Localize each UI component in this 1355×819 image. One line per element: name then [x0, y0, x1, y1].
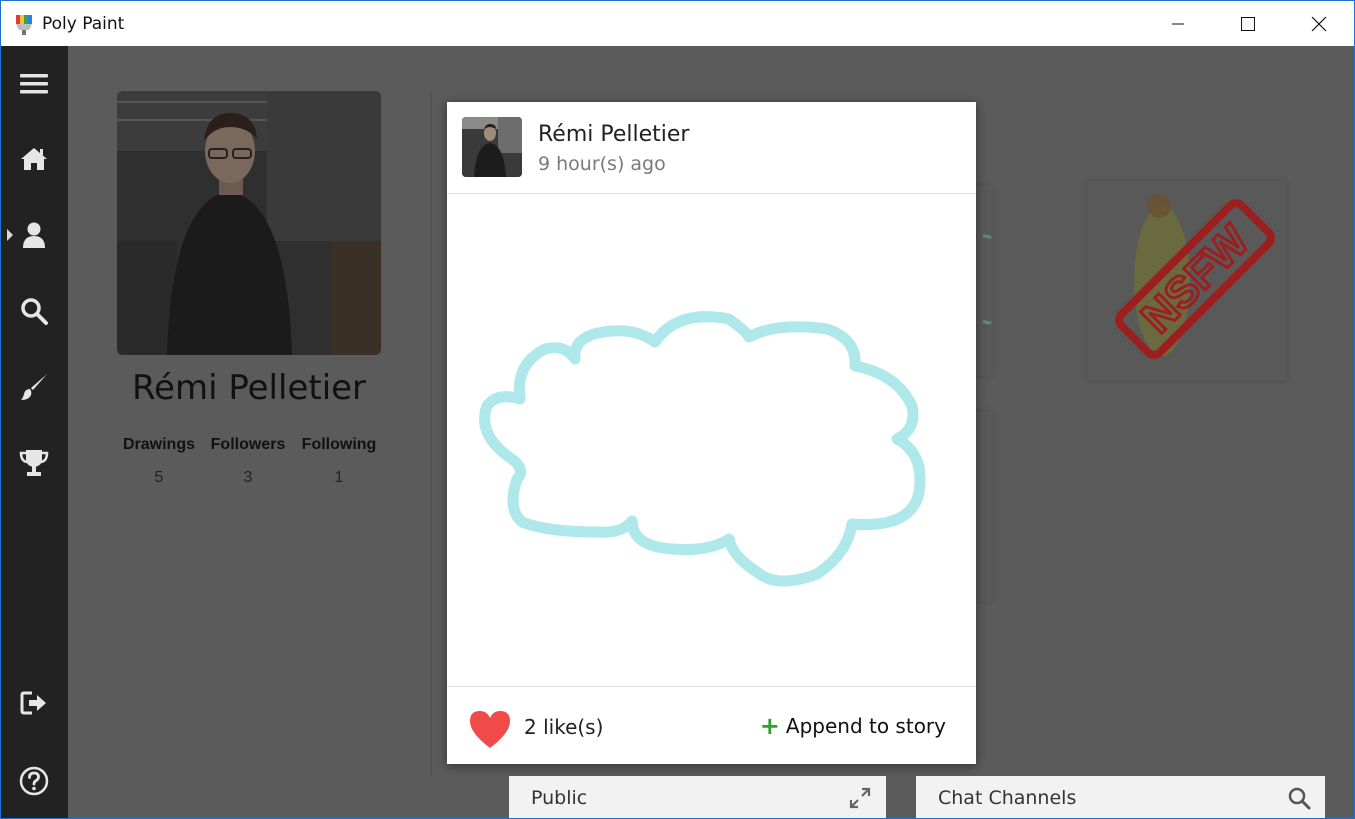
stat-label: Drawings [122, 436, 195, 453]
logout-icon [20, 691, 46, 715]
chat-channels-title: Chat Channels [938, 787, 1077, 809]
minimize-button[interactable] [1143, 1, 1213, 46]
profile-photo [117, 91, 381, 355]
stat-drawings: Drawings 5 [109, 436, 209, 487]
active-indicator [7, 229, 13, 241]
close-button[interactable] [1284, 1, 1354, 46]
append-label: Append to story [785, 714, 946, 738]
window-title: Poly Paint [42, 14, 125, 34]
avatar-image [462, 117, 522, 177]
heart-icon[interactable] [468, 708, 512, 750]
sidebar [1, 46, 68, 818]
sidebar-item-home[interactable] [15, 140, 53, 178]
sidebar-item-achievements[interactable] [15, 444, 53, 482]
expand-icon[interactable] [848, 786, 872, 810]
like-count: 2 like(s) [524, 715, 604, 739]
menu-icon [20, 74, 48, 94]
app-window: Poly Paint Rémi Pelletier Drawings 5 Fol… [0, 0, 1355, 819]
sidebar-item-help[interactable] [15, 762, 53, 800]
home-icon [21, 148, 47, 170]
maximize-icon [1241, 16, 1255, 31]
sidebar-item-logout[interactable] [15, 684, 53, 722]
post-timestamp: 9 hour(s) ago [538, 153, 666, 175]
post-card: Rémi Pelletier 9 hour(s) ago 2 like(s) +… [447, 102, 976, 764]
help-icon [19, 766, 49, 796]
cloud-drawing [479, 311, 926, 587]
chat-channels-bar[interactable]: Chat Channels [916, 776, 1325, 818]
post-author-name[interactable]: Rémi Pelletier [538, 122, 689, 147]
trophy-icon [19, 450, 49, 476]
title-bar: Poly Paint [1, 1, 1354, 46]
sidebar-item-profile[interactable] [15, 216, 53, 254]
user-icon [23, 222, 45, 248]
post-author-avatar[interactable] [462, 117, 522, 177]
post-divider-bottom [447, 686, 976, 687]
stat-label: Following [301, 436, 377, 453]
minimize-icon [1172, 23, 1184, 24]
append-to-story-button[interactable]: + Append to story [760, 714, 946, 738]
sidebar-item-search[interactable] [15, 292, 53, 330]
search-icon [21, 298, 48, 325]
close-icon [1311, 16, 1327, 31]
post-drawing[interactable] [447, 194, 976, 686]
stat-following[interactable]: Following 1 [289, 436, 389, 487]
stat-label: Followers [210, 436, 286, 453]
maximize-button[interactable] [1213, 1, 1283, 46]
stat-value: 5 [154, 469, 164, 486]
profile-photo-image [117, 91, 381, 355]
stat-value: 3 [243, 469, 253, 486]
menu-button[interactable] [15, 65, 53, 103]
nsfw-stamp-icon: NSFW [1115, 194, 1275, 359]
brush-icon [21, 374, 47, 400]
stat-value: 1 [334, 469, 344, 486]
stat-followers[interactable]: Followers 3 [198, 436, 298, 487]
plus-icon: + [759, 712, 780, 740]
search-icon[interactable] [1287, 786, 1311, 810]
public-chat-bar[interactable]: Public [509, 776, 886, 818]
nsfw-stamp: NSFW [1087, 181, 1287, 381]
sidebar-item-draw[interactable] [15, 368, 53, 406]
app-logo-icon [16, 15, 32, 35]
public-chat-title: Public [531, 787, 588, 809]
profile-name: Rémi Pelletier [131, 368, 367, 408]
divider [431, 91, 432, 776]
